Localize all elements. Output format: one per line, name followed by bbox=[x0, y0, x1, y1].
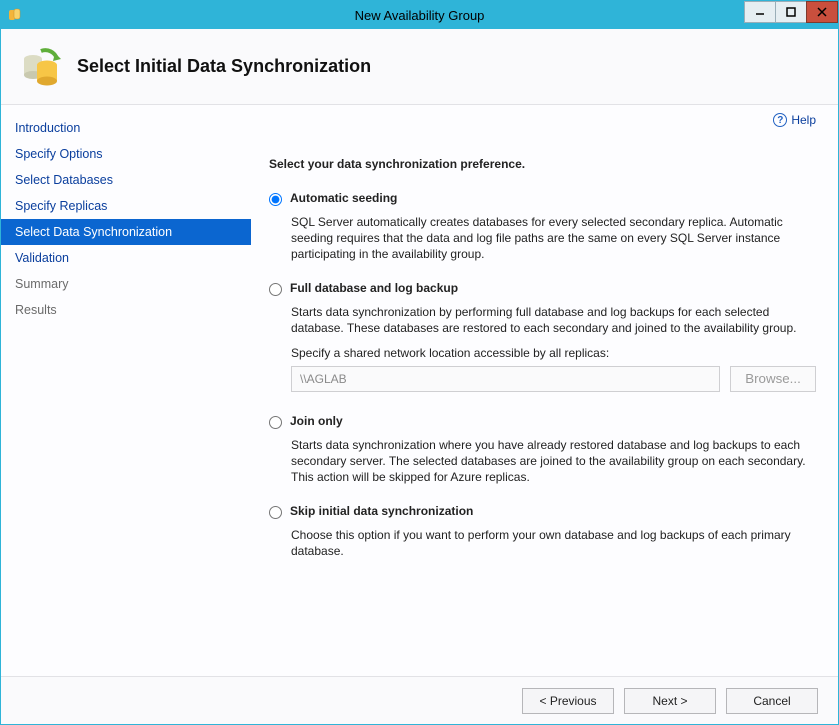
app-icon bbox=[7, 7, 23, 23]
label-automatic-seeding: Automatic seeding bbox=[290, 191, 397, 205]
radio-skip-sync[interactable] bbox=[269, 506, 282, 519]
nav-specify-options[interactable]: Specify Options bbox=[1, 141, 251, 167]
nav-introduction[interactable]: Introduction bbox=[1, 115, 251, 141]
browse-button: Browse... bbox=[730, 366, 816, 392]
help-icon: ? bbox=[773, 113, 787, 127]
input-shared-location bbox=[291, 366, 720, 392]
previous-button[interactable]: < Previous bbox=[522, 688, 614, 714]
close-button[interactable] bbox=[806, 1, 838, 23]
main-panel: ? Help Select your data synchronization … bbox=[251, 105, 838, 676]
instruction-text: Select your data synchronization prefere… bbox=[269, 157, 816, 171]
help-label: Help bbox=[791, 113, 816, 127]
window-title: New Availability Group bbox=[1, 8, 838, 23]
minimize-button[interactable] bbox=[744, 1, 776, 23]
database-sync-icon bbox=[19, 45, 63, 89]
wizard-nav: Introduction Specify Options Select Data… bbox=[1, 105, 251, 676]
radio-join-only[interactable] bbox=[269, 416, 282, 429]
label-join-only: Join only bbox=[290, 414, 343, 428]
wizard-footer: < Previous Next > Cancel bbox=[1, 676, 838, 724]
label-full-backup: Full database and log backup bbox=[290, 281, 458, 295]
wizard-window: New Availability Group Select Initial Da… bbox=[0, 0, 839, 725]
titlebar: New Availability Group bbox=[1, 1, 838, 29]
desc-join-only: Starts data synchronization where you ha… bbox=[291, 437, 816, 486]
label-skip-sync: Skip initial data synchronization bbox=[290, 504, 473, 518]
radio-full-backup[interactable] bbox=[269, 283, 282, 296]
help-link[interactable]: ? Help bbox=[773, 113, 816, 127]
page-title: Select Initial Data Synchronization bbox=[77, 56, 371, 77]
desc-automatic-seeding: SQL Server automatically creates databas… bbox=[291, 214, 816, 263]
maximize-button[interactable] bbox=[775, 1, 807, 23]
radio-automatic-seeding[interactable] bbox=[269, 193, 282, 206]
nav-select-databases[interactable]: Select Databases bbox=[1, 167, 251, 193]
label-shared-location: Specify a shared network location access… bbox=[291, 346, 816, 360]
next-button[interactable]: Next > bbox=[624, 688, 716, 714]
desc-skip-sync: Choose this option if you want to perfor… bbox=[291, 527, 816, 559]
desc-full-backup: Starts data synchronization by performin… bbox=[291, 304, 816, 336]
cancel-button[interactable]: Cancel bbox=[726, 688, 818, 714]
nav-select-data-sync[interactable]: Select Data Synchronization bbox=[1, 219, 251, 245]
nav-specify-replicas[interactable]: Specify Replicas bbox=[1, 193, 251, 219]
nav-results: Results bbox=[1, 297, 251, 323]
wizard-header: Select Initial Data Synchronization bbox=[1, 29, 838, 105]
nav-validation[interactable]: Validation bbox=[1, 245, 251, 271]
nav-summary: Summary bbox=[1, 271, 251, 297]
